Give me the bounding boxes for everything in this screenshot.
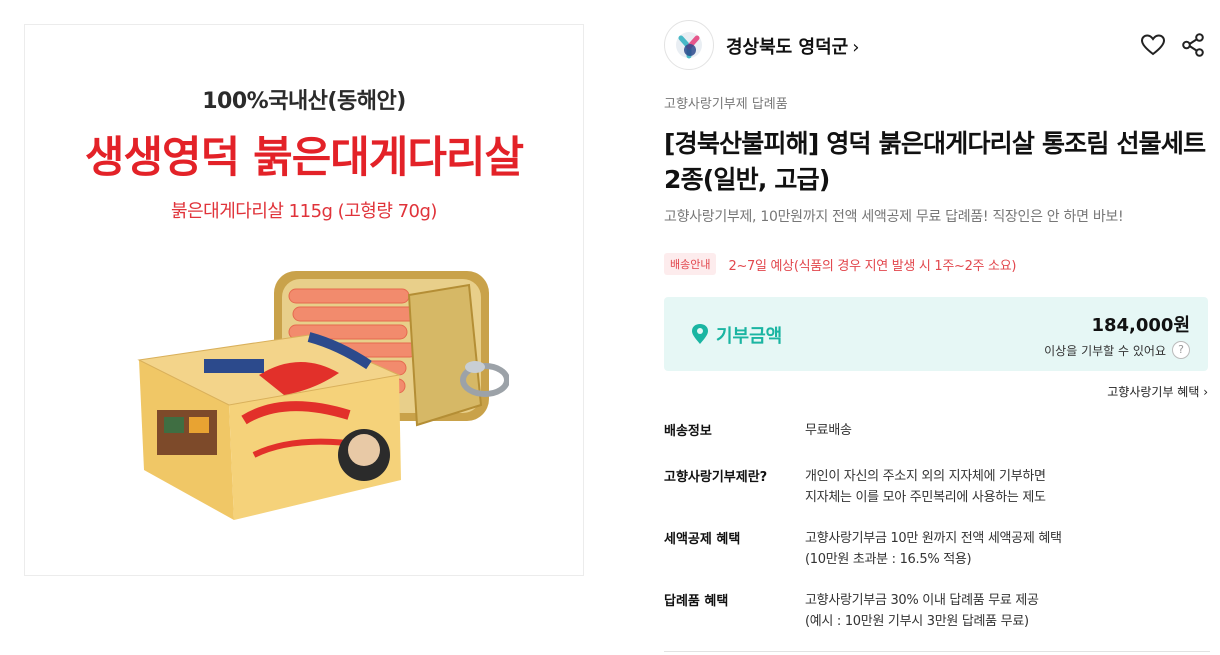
shipping-badge: 배송안내 <box>664 253 717 275</box>
info-value: 고향사랑기부금 10만 원까지 전액 세액공제 혜택 (10만원 초과분 : 1… <box>805 528 1062 570</box>
donation-note: 이상을 기부할 수 있어요 ? <box>1044 341 1190 359</box>
info-value-line: 고향사랑기부금 30% 이내 답례품 무료 제공 <box>805 593 1039 608</box>
image-headline-text: 생생영덕 붉은대게다리살 <box>84 133 524 183</box>
image-kicker-text: 100%국내산(동해안) <box>202 89 406 114</box>
info-value-line: 지자체는 이를 모아 주민복리에 사용하는 제도 <box>805 490 1046 505</box>
info-value-line: (10만원 초과분 : 16.5% 적용) <box>805 552 972 567</box>
donation-note-text: 이상을 기부할 수 있어요 <box>1044 343 1166 358</box>
info-label: 세액공제 혜택 <box>664 532 741 547</box>
location-pin-icon <box>692 324 708 344</box>
product-subtitle: 고향사랑기부제, 10만원까지 전액 세액공제 무료 답례품! 직장인은 안 하… <box>664 209 1124 225</box>
image-subline-text: 붉은대게다리살 115g (고형량 70g) <box>171 201 437 222</box>
seller-logo[interactable] <box>664 20 714 70</box>
seller-name-link[interactable]: 경상북도 영덕군 › <box>726 33 859 59</box>
shipping-notice: 배송안내 2~7일 예상(식품의 경우 지연 발생 시 1주~2주 소요) <box>664 253 1016 275</box>
product-title: [경북산불피해] 영덕 붉은대게다리살 통조림 선물세트 2종(일반, 고급) <box>664 129 1206 194</box>
heart-icon[interactable] <box>1139 31 1167 59</box>
help-icon[interactable]: ? <box>1172 341 1190 359</box>
info-label: 배송정보 <box>664 424 712 439</box>
chevron-right-icon: › <box>852 37 860 58</box>
divider <box>664 651 1210 652</box>
donation-label: 기부금액 <box>716 326 783 347</box>
gift-box <box>137 332 401 520</box>
info-value: 개인이 자신의 주소지 외의 지자체에 기부하면 지자체는 이를 모아 주민복리… <box>805 466 1046 508</box>
seller-name-text: 경상북도 영덕군 <box>726 37 849 58</box>
shipping-estimate-text: 2~7일 예상(식품의 경우 지연 발생 시 1주~2주 소요) <box>728 258 1017 274</box>
product-category: 고향사랑기부제 답례품 <box>664 97 788 112</box>
donation-amount: 184,000원 <box>1091 315 1190 336</box>
info-value-line: 개인이 자신의 주소지 외의 지자체에 기부하면 <box>805 469 1046 484</box>
crab-can-illustration <box>137 271 509 520</box>
share-icon[interactable] <box>1179 31 1207 59</box>
info-label: 고향사랑기부제란? <box>664 470 768 485</box>
info-label: 답례품 혜택 <box>664 594 729 609</box>
info-value: 무료배송 <box>805 420 852 441</box>
info-value: 고향사랑기부금 30% 이내 답례품 무료 제공 (예시 : 10만원 기부시 … <box>805 590 1039 632</box>
info-value-line: 고향사랑기부금 10만 원까지 전액 세액공제 혜택 <box>805 531 1062 546</box>
yeongdeok-logo-icon <box>676 32 702 59</box>
donation-amount-box: 기부금액 184,000원 이상을 기부할 수 있어요 ? <box>664 297 1208 371</box>
product-image: 100%국내산(동해안) 생생영덕 붉은대게다리살 붉은대게다리살 115g (… <box>24 24 584 576</box>
info-value-line: (예시 : 10만원 기부시 3만원 답례품 무료) <box>805 614 1029 629</box>
info-value-line: 무료배송 <box>805 423 852 438</box>
donation-benefit-link[interactable]: 고향사랑기부 혜택 › <box>1107 383 1208 400</box>
seller-header: 경상북도 영덕군 › <box>664 20 1208 70</box>
